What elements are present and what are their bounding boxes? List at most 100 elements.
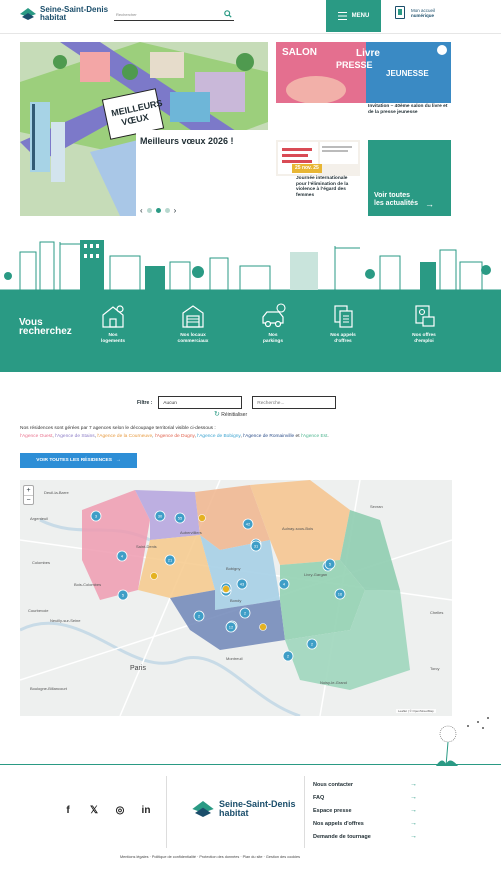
residence-marker[interactable]: 5 — [324, 558, 336, 570]
residences-map[interactable]: 33055452142174243252122631245162 Deuil-l… — [20, 480, 452, 716]
slide-dot[interactable] — [146, 208, 152, 213]
residence-marker[interactable]: 42 — [242, 518, 254, 530]
news-image-salon[interactable]: SALON Livre PRESSE JEUNESSE — [276, 42, 451, 103]
category-parkings[interactable]: Nos parkings — [243, 303, 303, 344]
footer-link-contact[interactable]: Nous contacter → — [313, 778, 417, 791]
refresh-icon: ↻ — [214, 411, 220, 418]
slide-dot-active[interactable] — [155, 208, 161, 213]
map-place-label: Livry-Gargan — [304, 572, 327, 577]
linkedin-icon[interactable]: in — [141, 805, 151, 816]
footer-divider — [0, 764, 501, 765]
residence-marker[interactable]: 31 — [250, 540, 262, 552]
hero-title[interactable]: Meilleurs vœux 2026 ! — [140, 136, 234, 146]
footer-link-label: Espace presse — [313, 807, 352, 814]
residence-marker[interactable]: 21 — [164, 554, 176, 566]
footer-logo-line2: habitat — [219, 808, 249, 818]
account-line1: Mon accueil — [411, 7, 436, 13]
footer-link-label: Nos appels d'offres — [313, 820, 364, 827]
arrow-right-icon: → — [425, 199, 434, 209]
arrow-right-icon: → — [410, 794, 417, 801]
residence-marker[interactable]: 55 — [174, 512, 186, 524]
residence-marker[interactable]: 16 — [334, 588, 346, 600]
poster-salon-word: SALON — [282, 47, 317, 58]
filters-bar: Filtre : Aucun Recherche... — [137, 396, 337, 409]
x-twitter-icon[interactable]: 𝕏 — [89, 805, 99, 816]
residence-marker[interactable]: 5 — [117, 589, 129, 601]
search-input[interactable]: Rechercher — [114, 9, 234, 21]
instagram-icon[interactable]: ◎ — [115, 805, 125, 816]
zoom-out-button[interactable]: − — [24, 496, 33, 505]
residence-marker[interactable]: 4 — [116, 550, 128, 562]
legal-link[interactable]: Mentions légales — [120, 855, 149, 859]
residence-marker[interactable]: 2 — [306, 638, 318, 650]
map-place-label: Montreuil — [226, 656, 243, 661]
map-place-label: Bondy — [230, 598, 241, 603]
arrow-right-icon: → — [410, 833, 417, 840]
residence-marker[interactable]: 2 — [282, 650, 294, 662]
footer-link-faq[interactable]: FAQ → — [313, 791, 417, 804]
site-logo[interactable]: Seine-Saint-Denis habitat — [20, 6, 108, 22]
hero-slide-image[interactable]: MEILLEURS VŒUX 2026 — [20, 42, 268, 216]
view-all-residences-label: VOIR TOUTES LES RÉSIDENCES — [36, 458, 112, 463]
residence-marker[interactable]: 12 — [225, 621, 237, 633]
agencies-intro: Nos résidences sont gérées par 7 agences… — [20, 426, 216, 431]
arrow-right-icon: → — [410, 820, 417, 827]
svg-text:55: 55 — [178, 516, 183, 521]
map-place-label: Saint-Denis — [136, 544, 157, 549]
legal-link[interactable]: Politique de confidentialité — [152, 855, 196, 859]
agency-name: l'Agence de Stains — [55, 434, 95, 439]
point-of-interest-marker[interactable] — [198, 514, 206, 522]
search-icon[interactable] — [224, 10, 232, 18]
map-place-label: Boulogne-Billancourt — [30, 686, 68, 691]
category-appels-offres[interactable]: Nos appels d'offres — [313, 303, 373, 344]
poster-livre-word: Livre — [356, 48, 380, 59]
svg-text:30: 30 — [158, 514, 163, 519]
footer-link-appels[interactable]: Nos appels d'offres → — [313, 817, 417, 830]
residence-marker[interactable]: 4 — [278, 578, 290, 590]
residence-marker[interactable]: 30 — [154, 510, 166, 522]
legal-link[interactable]: Protection des données — [199, 855, 239, 859]
residence-marker[interactable]: 2 — [193, 610, 205, 622]
next-arrow-icon[interactable]: › — [174, 206, 177, 215]
filter-search-input[interactable]: Recherche... — [252, 396, 337, 409]
zoom-in-button[interactable]: + — [24, 486, 33, 496]
prev-arrow-icon[interactable]: ‹ — [140, 206, 143, 215]
menu-button[interactable]: MENU — [326, 0, 381, 32]
logo-text-line2: habitat — [40, 13, 67, 22]
category-offres-emploi[interactable]: Nos offres d'emploi — [394, 303, 454, 344]
news-title-salon[interactable]: Invitation – 40ème salon du livre et de … — [368, 104, 452, 115]
residence-marker[interactable]: 2 — [239, 607, 251, 619]
view-all-residences-button[interactable]: VOIR TOUTES LES RÉSIDENCES → — [20, 453, 137, 468]
residence-marker[interactable]: 43 — [236, 578, 248, 590]
map-place-label: Chelles — [430, 610, 443, 615]
footer-logo[interactable]: Seine-Saint-Denis habitat — [192, 800, 296, 818]
news-title-journee[interactable]: Journée internationale pour l’éliminatio… — [296, 176, 356, 198]
arrow-right-icon: → — [410, 807, 417, 814]
all-news-button[interactable]: Voir toutes les actualités → — [368, 140, 451, 216]
category-label-line2: parkings — [263, 338, 283, 344]
reset-filters-button[interactable]: ↻ Réinitialiser — [214, 410, 247, 418]
all-news-line1: Voir toutes — [374, 192, 411, 199]
map-zoom-control: + − — [23, 485, 34, 505]
account-link[interactable]: Mon accueil numérique — [395, 6, 435, 19]
slide-dot[interactable] — [164, 208, 170, 213]
category-logements[interactable]: Nos logements — [83, 303, 143, 344]
point-of-interest-marker[interactable] — [259, 623, 267, 631]
legal-link[interactable]: Gestion des cookies — [266, 855, 300, 859]
category-locaux[interactable]: Nos locaux commerciaux — [163, 303, 223, 344]
poster-jeunesse-word: JEUNESSE — [386, 69, 429, 78]
footer-link-tournage[interactable]: Demande de tournage → — [313, 830, 417, 843]
map-place-label: Torcy — [430, 666, 440, 671]
footer-links: Nous contacter → FAQ → Espace presse → Nos … — [313, 778, 417, 843]
svg-text:21: 21 — [168, 558, 173, 563]
site-header: Seine-Saint-Denis habitat Rechercher MEN… — [0, 0, 501, 34]
point-of-interest-marker[interactable] — [150, 572, 158, 580]
search-categories-band: Vous recherchez Nos logements Nos locaux… — [0, 290, 501, 372]
footer-link-presse[interactable]: Espace presse → — [313, 804, 417, 817]
filter-select[interactable]: Aucun — [158, 396, 243, 409]
residence-marker[interactable]: 3 — [90, 510, 102, 522]
point-of-interest-marker[interactable] — [222, 585, 230, 593]
agency-name: l'Agence de Bobigny — [197, 434, 241, 439]
facebook-icon[interactable]: f — [63, 805, 73, 816]
legal-link[interactable]: Plan du site — [243, 855, 263, 859]
